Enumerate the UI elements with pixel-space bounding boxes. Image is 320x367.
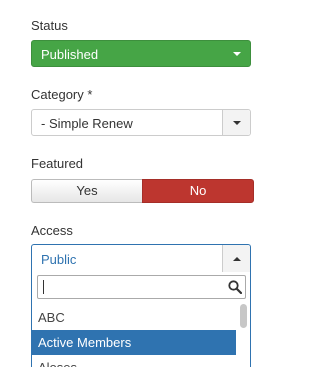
category-value: - Simple Renew <box>41 116 133 131</box>
access-option-active-members[interactable]: Active Members <box>32 330 236 355</box>
text-cursor <box>43 280 44 294</box>
featured-no-button[interactable]: No <box>142 179 254 203</box>
featured-toggle: Yes No <box>31 179 254 203</box>
featured-label: Featured <box>31 156 84 171</box>
access-dropdown-button[interactable] <box>222 245 250 273</box>
chevron-up-icon <box>233 257 241 261</box>
status-label: Status <box>31 18 68 33</box>
chevron-down-icon <box>233 52 241 56</box>
access-label: Access <box>31 223 73 238</box>
category-label: Category * <box>31 87 93 102</box>
dropdown-scrollbar-thumb[interactable] <box>240 304 247 328</box>
access-value: Public <box>41 252 77 267</box>
featured-yes-button[interactable]: Yes <box>31 179 142 203</box>
access-search-input[interactable] <box>37 275 246 299</box>
category-dropdown-button[interactable] <box>222 110 250 135</box>
access-option-abc[interactable]: ABC <box>32 305 236 330</box>
category-select[interactable]: - Simple Renew <box>31 109 251 136</box>
access-option-aloses[interactable]: Aloses <box>32 355 236 367</box>
access-select[interactable]: Public <box>31 244 251 273</box>
access-dropdown: ABC Active Members Aloses <box>31 272 251 367</box>
search-icon <box>228 280 242 294</box>
status-select[interactable]: Published <box>31 40 251 67</box>
chevron-down-icon <box>233 121 241 125</box>
status-value: Published <box>41 47 99 62</box>
